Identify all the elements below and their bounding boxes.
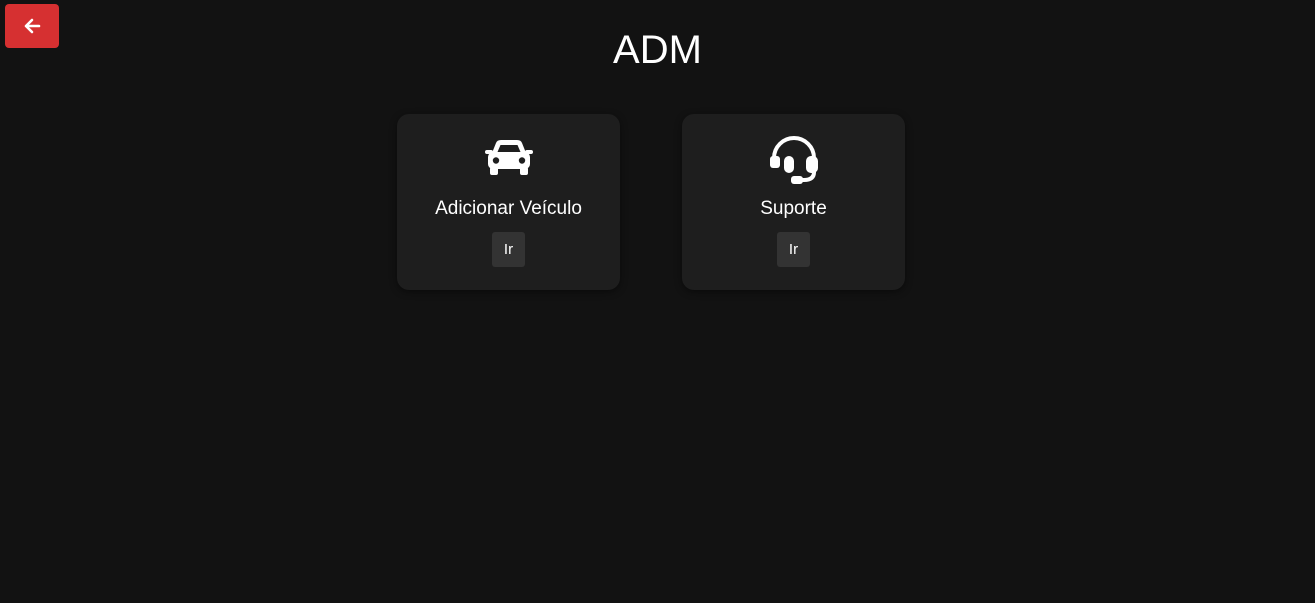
go-button-support[interactable]: Ir: [777, 232, 810, 267]
card-add-vehicle: Adicionar Veículo Ir: [397, 114, 620, 290]
card-title: Suporte: [760, 198, 827, 219]
car-icon: [481, 134, 537, 184]
go-button-add-vehicle[interactable]: Ir: [492, 232, 525, 267]
page-title: ADM: [613, 28, 702, 72]
headset-icon: [766, 134, 822, 184]
admin-cards: Adicionar Veículo Ir Suporte Ir: [397, 114, 905, 290]
card-support: Suporte Ir: [682, 114, 905, 290]
card-title: Adicionar Veículo: [435, 198, 582, 219]
